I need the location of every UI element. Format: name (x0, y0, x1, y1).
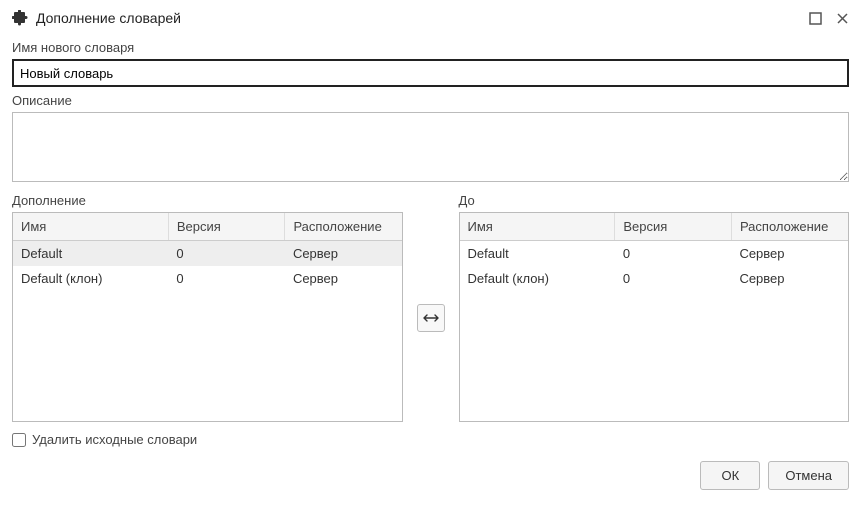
maximize-icon[interactable] (809, 12, 822, 25)
description-input[interactable] (12, 112, 849, 182)
delete-source-label: Удалить исходные словари (32, 432, 197, 447)
dictionary-name-input[interactable] (12, 59, 849, 87)
delete-source-checkbox-row[interactable]: Удалить исходные словари (12, 432, 849, 447)
swap-button[interactable] (417, 304, 445, 332)
col-name[interactable]: Имя (13, 213, 168, 241)
supplement-label: Дополнение (12, 193, 403, 208)
cell-version: 0 (615, 266, 732, 291)
cell-name: Default (13, 241, 168, 267)
cell-location: Сервер (285, 266, 402, 291)
table-row[interactable]: Default0Сервер (13, 241, 402, 267)
target-table[interactable]: Имя Версия Расположение Default0СерверDe… (459, 212, 850, 422)
col-version[interactable]: Версия (615, 213, 732, 241)
col-location[interactable]: Расположение (731, 213, 848, 241)
cell-location: Сервер (731, 241, 848, 267)
window-controls (809, 12, 849, 25)
cell-name: Default (460, 241, 615, 267)
table-row[interactable]: Default (клон)0Сервер (13, 266, 402, 291)
cell-location: Сервер (731, 266, 848, 291)
swap-horizontal-icon (423, 312, 439, 324)
titlebar: Дополнение словарей (0, 0, 861, 34)
table-row[interactable]: Default (клон)0Сервер (460, 266, 849, 291)
cell-version: 0 (615, 241, 732, 267)
table-header-row: Имя Версия Расположение (13, 213, 402, 241)
target-panel: До Имя Версия Расположение Default0Серве… (459, 193, 850, 422)
table-header-row: Имя Версия Расположение (460, 213, 849, 241)
close-icon[interactable] (836, 12, 849, 25)
table-row[interactable]: Default0Сервер (460, 241, 849, 267)
puzzle-icon (12, 10, 28, 26)
supplement-table[interactable]: Имя Версия Расположение Default0СерверDe… (12, 212, 403, 422)
cell-version: 0 (168, 266, 285, 291)
dialog-footer: ОК Отмена (12, 461, 849, 490)
cell-name: Default (клон) (460, 266, 615, 291)
ok-button[interactable]: ОК (700, 461, 760, 490)
supplement-panel: Дополнение Имя Версия Расположение Defau… (12, 193, 403, 422)
cell-location: Сервер (285, 241, 402, 267)
delete-source-checkbox[interactable] (12, 433, 26, 447)
cell-name: Default (клон) (13, 266, 168, 291)
cancel-button[interactable]: Отмена (768, 461, 849, 490)
dictionary-name-label: Имя нового словаря (12, 40, 849, 55)
col-name[interactable]: Имя (460, 213, 615, 241)
window-title: Дополнение словарей (36, 10, 809, 26)
cell-version: 0 (168, 241, 285, 267)
target-label: До (459, 193, 850, 208)
col-location[interactable]: Расположение (285, 213, 402, 241)
description-label: Описание (12, 93, 849, 108)
col-version[interactable]: Версия (168, 213, 285, 241)
